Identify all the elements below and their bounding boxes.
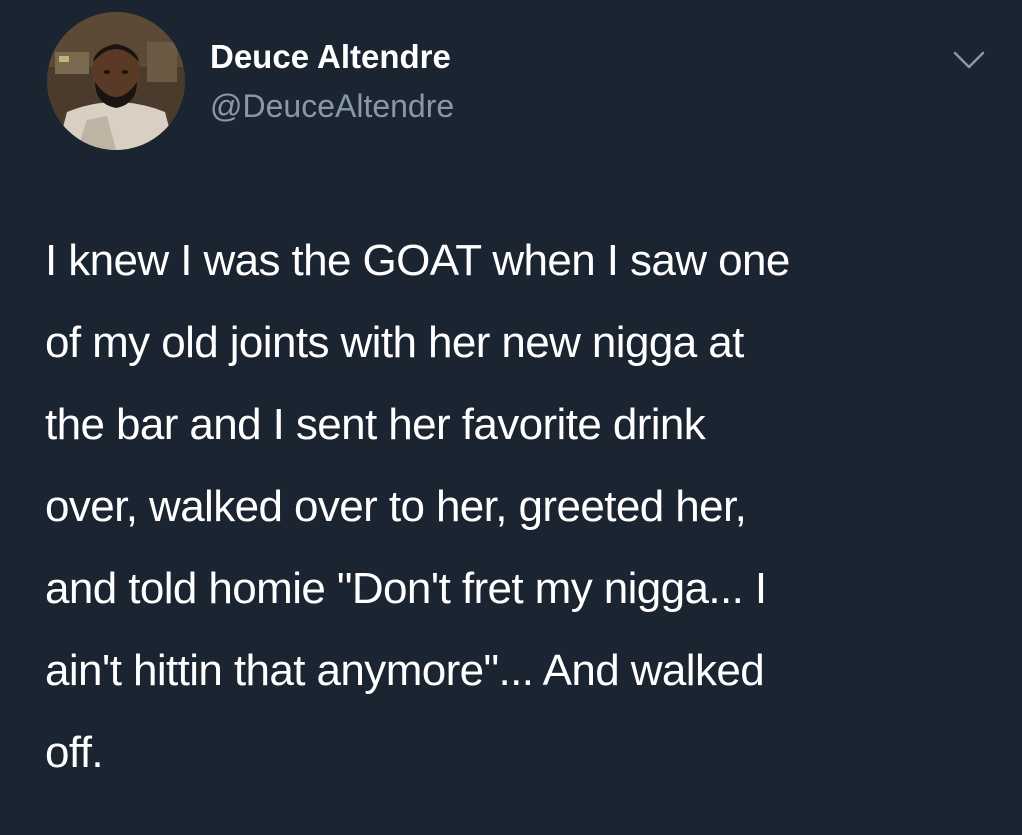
tweet-card: Deuce Altendre @DeuceAltendre I knew I w… [0, 0, 1022, 835]
profile-photo-avatar-icon [47, 12, 185, 150]
chevron-down-icon [953, 51, 985, 69]
author-handle[interactable]: @DeuceAltendre [210, 86, 454, 126]
tweet-text-line: the bar and I sent her favorite drink [45, 400, 706, 449]
tweet-text-line: ain't hittin that anymore"... And walked [45, 646, 765, 695]
tweet-text: I knew I was the GOAT when I saw one of … [45, 220, 995, 794]
tweet-text-line: of my old joints with her new nigga at [45, 318, 744, 367]
tweet-text-line: off. [45, 728, 104, 777]
tweet-menu-button[interactable] [950, 44, 988, 74]
author-display-name[interactable]: Deuce Altendre [210, 37, 451, 77]
tweet-text-line: over, walked over to her, greeted her, [45, 482, 747, 531]
avatar[interactable] [47, 12, 185, 150]
tweet-text-line: and told homie "Don't fret my nigga... I [45, 564, 767, 613]
tweet-text-line: I knew I was the GOAT when I saw one [45, 236, 790, 285]
